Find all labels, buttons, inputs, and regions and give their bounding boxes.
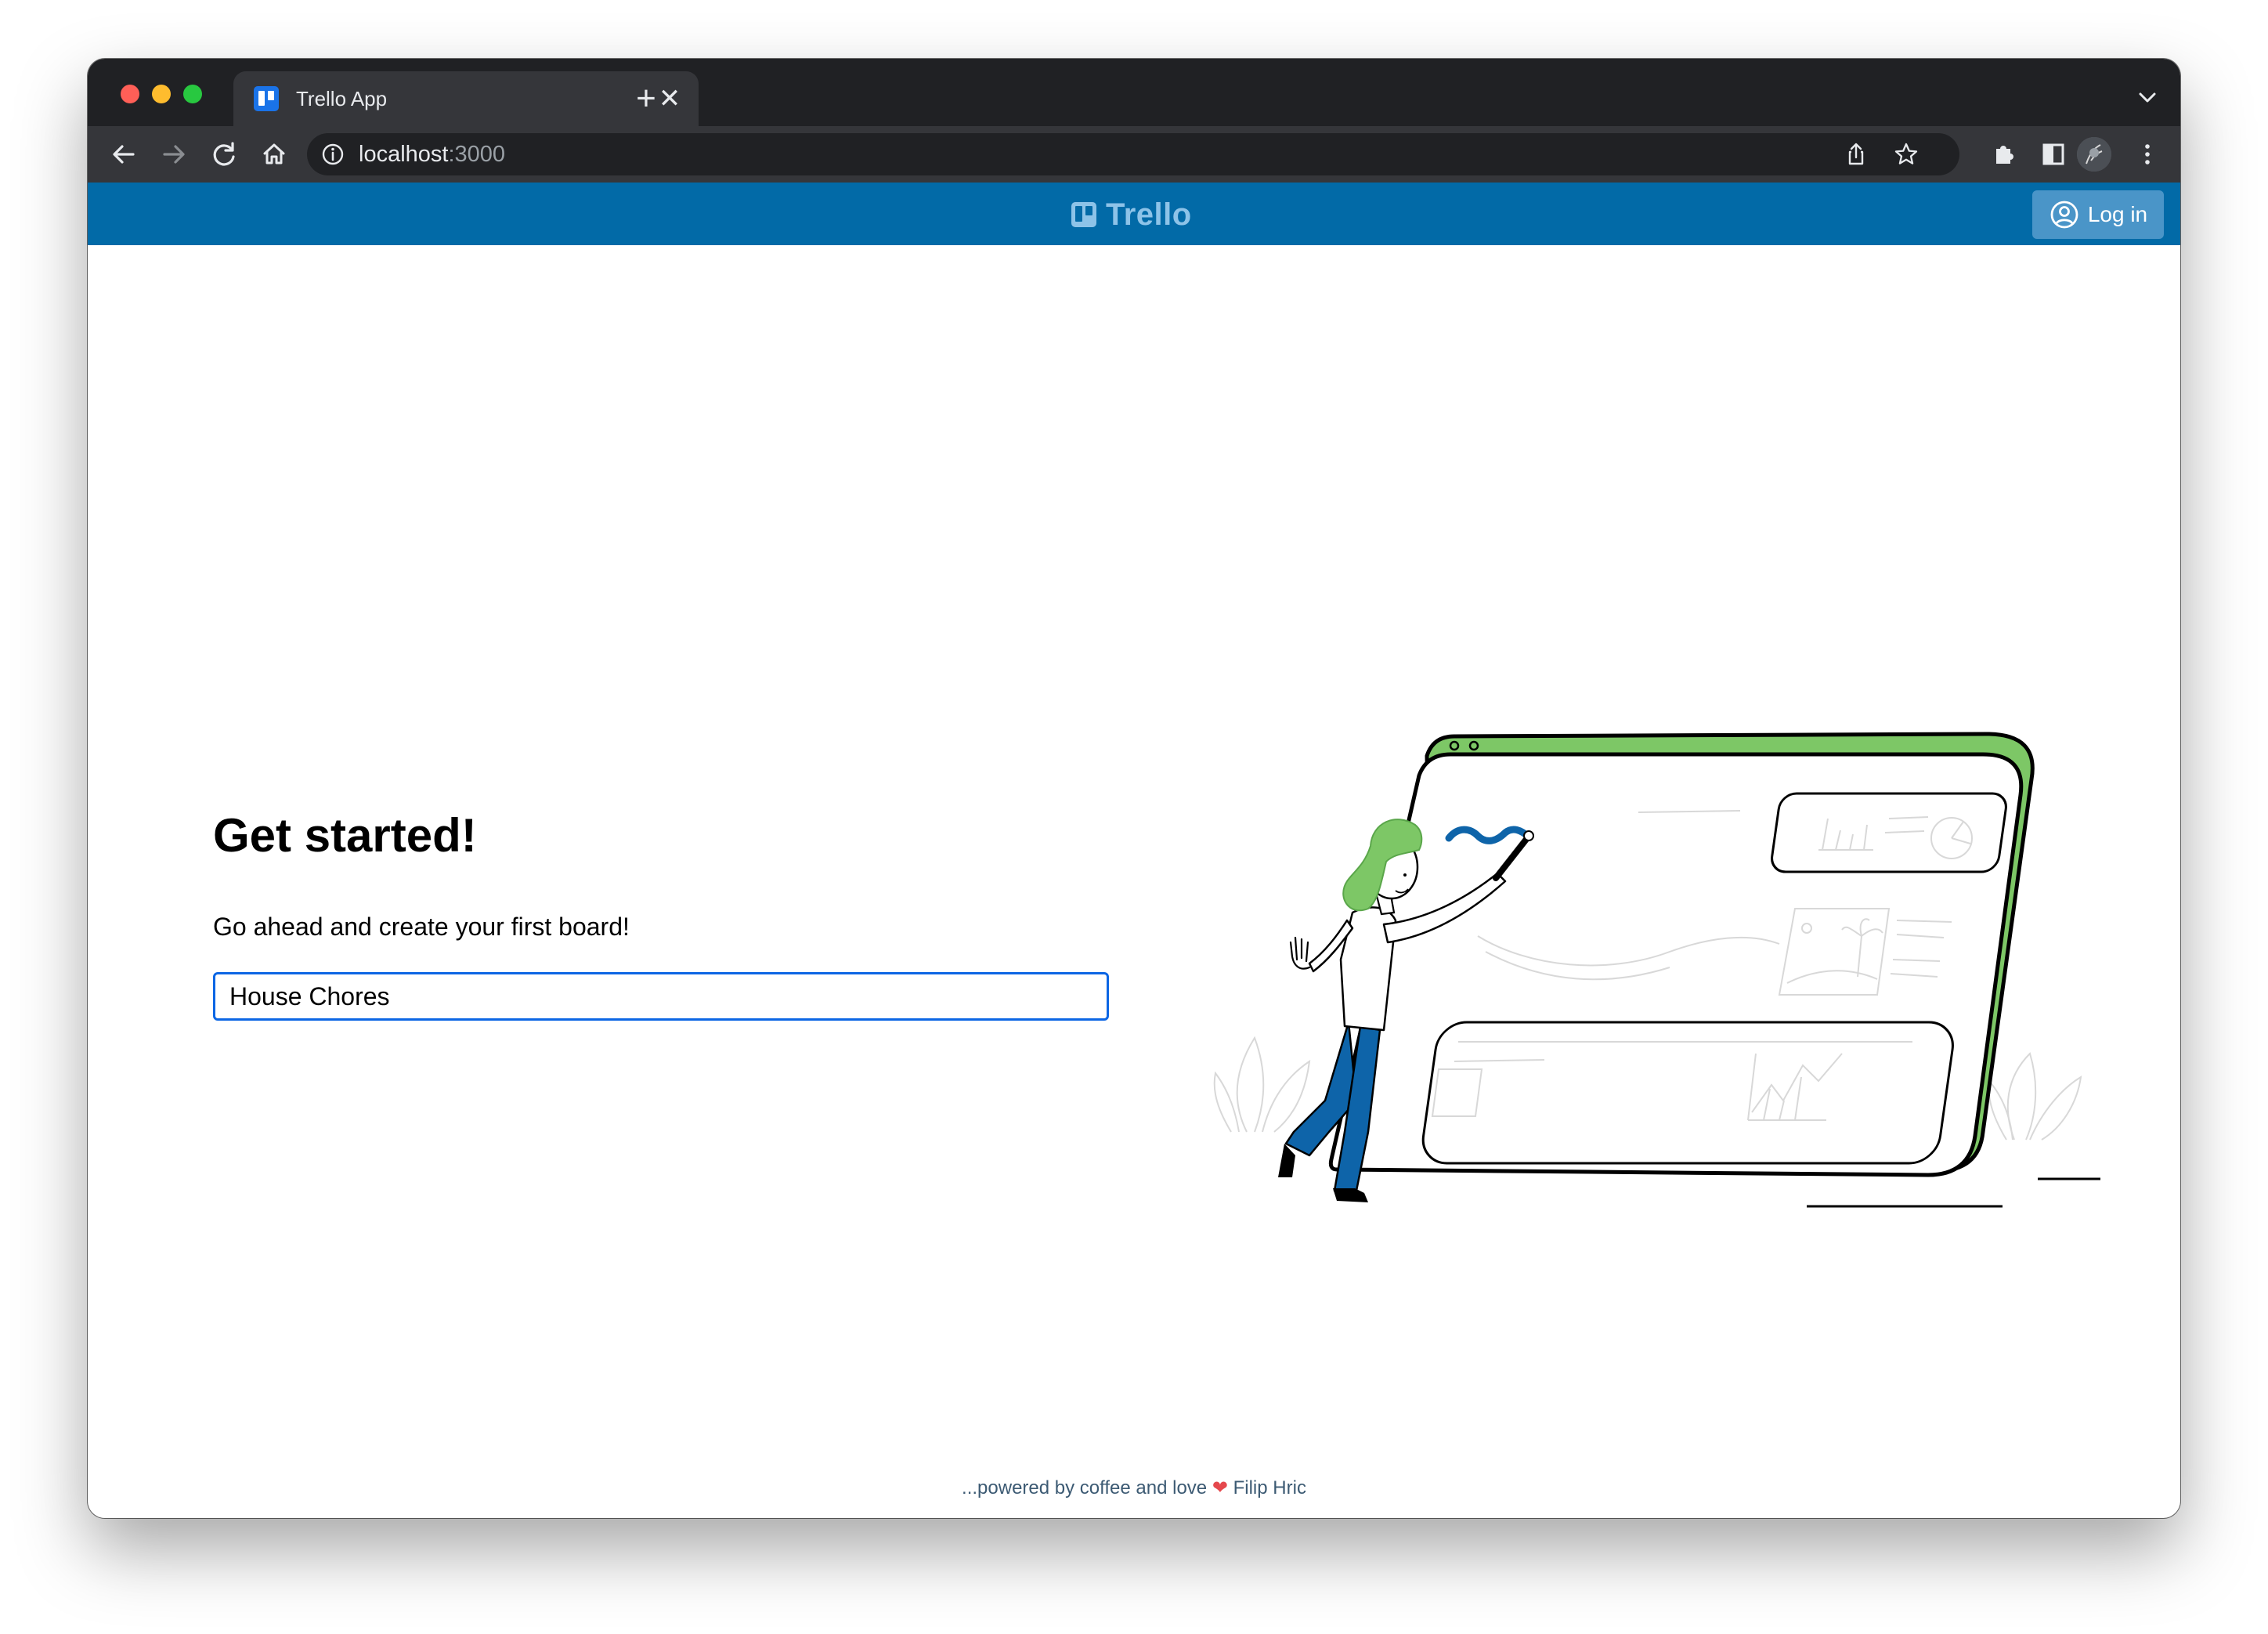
home-icon[interactable] bbox=[255, 136, 293, 173]
url-text: localhost:3000 bbox=[359, 142, 505, 167]
browser-titlebar: Trello App ✕ + bbox=[88, 59, 2180, 126]
trello-favicon-icon bbox=[254, 86, 279, 111]
address-bar[interactable]: localhost:3000 bbox=[307, 133, 1959, 175]
user-circle-icon bbox=[2050, 201, 2078, 229]
maximize-window-button[interactable] bbox=[183, 85, 202, 103]
footer: ...powered by coffee and love ❤ Filip Hr… bbox=[88, 1477, 2180, 1500]
avatar[interactable] bbox=[2077, 137, 2111, 172]
url-host: localhost bbox=[359, 142, 449, 167]
more-vert-icon[interactable] bbox=[2129, 136, 2166, 173]
browser-window: Trello App ✕ + localhost:3000 Trello Log… bbox=[88, 59, 2180, 1518]
footer-author-link[interactable]: Filip Hric bbox=[1233, 1477, 1306, 1498]
board-name-input[interactable] bbox=[213, 972, 1109, 1021]
trello-logo-icon bbox=[1071, 202, 1096, 227]
reload-icon[interactable] bbox=[205, 136, 243, 173]
forward-arrow-icon[interactable] bbox=[155, 136, 193, 173]
side-panel-icon[interactable] bbox=[2035, 136, 2072, 173]
back-arrow-icon[interactable] bbox=[105, 136, 143, 173]
page-subtitle: Go ahead and create your first board! bbox=[213, 913, 630, 941]
info-icon[interactable] bbox=[320, 141, 346, 168]
close-window-button[interactable] bbox=[121, 85, 139, 103]
new-tab-button[interactable]: + bbox=[627, 79, 666, 118]
browser-toolbar: localhost:3000 bbox=[88, 126, 2180, 183]
share-icon[interactable] bbox=[1842, 140, 1870, 168]
chevron-down-icon[interactable] bbox=[2132, 82, 2163, 114]
login-label: Log in bbox=[2087, 202, 2148, 226]
brand-name: Trello bbox=[1106, 197, 1192, 232]
onboarding-illustration bbox=[1213, 732, 2100, 1208]
page-title: Get started! bbox=[213, 809, 477, 862]
star-icon[interactable] bbox=[1892, 140, 1920, 168]
tab-title: Trello App bbox=[296, 87, 388, 110]
footer-text: ...powered by coffee and love bbox=[962, 1477, 1208, 1498]
minimize-window-button[interactable] bbox=[152, 85, 171, 103]
heart-icon: ❤ bbox=[1212, 1477, 1228, 1498]
app-header: Trello Log in bbox=[88, 183, 2180, 245]
extensions-icon[interactable] bbox=[1984, 136, 2022, 173]
brand-logo[interactable]: Trello bbox=[1071, 198, 1192, 231]
login-button[interactable]: Log in bbox=[2032, 190, 2164, 239]
url-port: :3000 bbox=[448, 142, 506, 167]
